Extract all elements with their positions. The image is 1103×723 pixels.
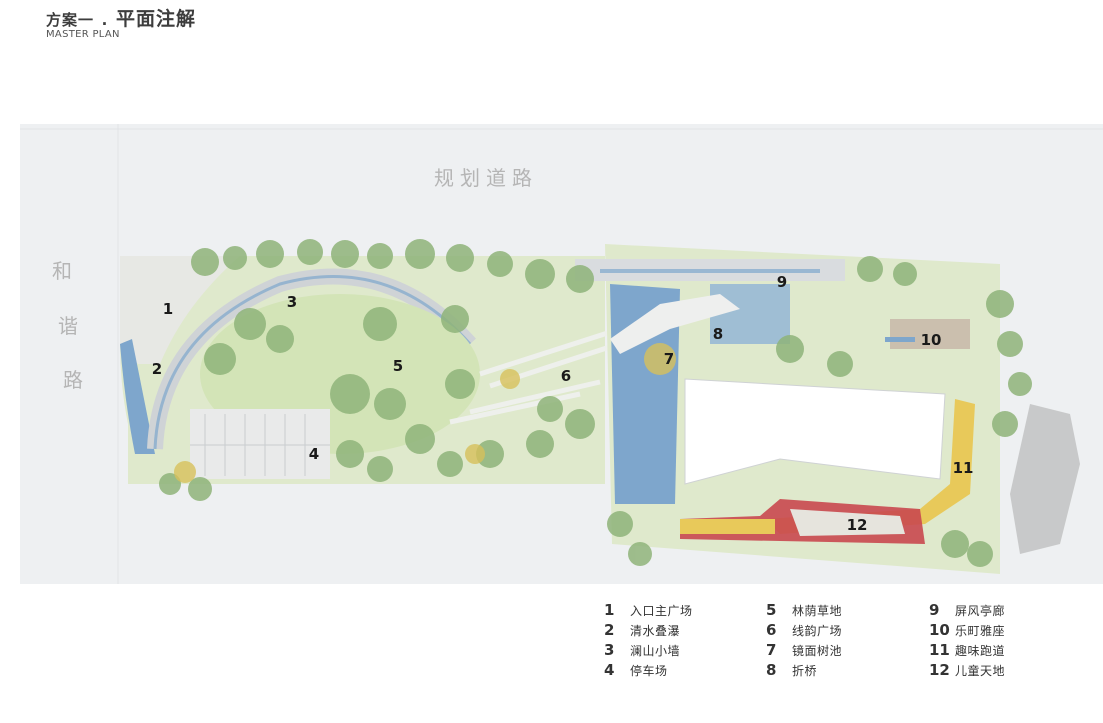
plan-marker-10: 10 xyxy=(920,331,942,349)
legend-number: 8 xyxy=(766,661,777,679)
legend-item: 9 屏风亭廊 xyxy=(929,600,1005,620)
legend-item: 11 趣味跑道 xyxy=(929,640,1005,660)
legend-item: 12 儿童天地 xyxy=(929,660,1005,680)
legend-label: 澜山小墙 xyxy=(630,643,681,658)
plan-marker-5: 5 xyxy=(392,357,404,375)
road-label-char-3: 路 xyxy=(63,368,83,392)
plan-marker-3: 3 xyxy=(286,293,298,311)
site-plan-image xyxy=(20,124,1103,584)
legend-label: 清水叠瀑 xyxy=(630,623,681,638)
legend-label: 线韵广场 xyxy=(792,623,843,638)
legend-number: 1 xyxy=(604,601,615,619)
title-prefix: 方案一 xyxy=(46,11,95,29)
road-label-planned: 规划道路 xyxy=(434,166,538,190)
legend-label: 折桥 xyxy=(792,663,818,678)
title-separator: . xyxy=(101,11,109,29)
legend-label: 屏风亭廊 xyxy=(955,603,1006,618)
legend-item: 3 澜山小墙 xyxy=(604,640,680,660)
legend-number: 12 xyxy=(929,661,950,679)
plan-marker-8: 8 xyxy=(712,325,724,343)
title-main: 平面注解 xyxy=(115,8,196,30)
legend-number: 10 xyxy=(929,621,950,639)
legend-label: 入口主广场 xyxy=(630,603,693,618)
page-title: 方案一 . 平面注解 xyxy=(46,4,196,31)
legend-number: 6 xyxy=(766,621,777,639)
legend-number: 9 xyxy=(929,601,940,619)
plan-marker-4: 4 xyxy=(308,445,320,463)
legend-number: 3 xyxy=(604,641,615,659)
legend-item: 4 停车场 xyxy=(604,660,668,680)
legend-label: 趣味跑道 xyxy=(955,643,1006,658)
plan-legend: 1 入口主广场 2 清水叠瀑 3 澜山小墙 4 停车场 5 林荫草地 6 线韵广… xyxy=(604,600,1044,684)
legend-item: 6 线韵广场 xyxy=(766,620,842,640)
plan-marker-1: 1 xyxy=(162,300,174,318)
plan-marker-6: 6 xyxy=(560,367,572,385)
page-subtitle: MASTER PLAN xyxy=(46,29,120,40)
legend-label: 林荫草地 xyxy=(792,603,843,618)
parking-lot xyxy=(190,409,330,479)
legend-label: 停车场 xyxy=(630,663,668,678)
plan-marker-7: 7 xyxy=(663,350,675,368)
legend-item: 1 入口主广场 xyxy=(604,600,693,620)
plan-marker-12: 12 xyxy=(846,516,868,534)
legend-label: 镜面树池 xyxy=(792,643,843,658)
legend-label: 儿童天地 xyxy=(955,663,1006,678)
legend-number: 5 xyxy=(766,601,777,619)
legend-item: 7 镜面树池 xyxy=(766,640,842,660)
road-label-char-1: 和 xyxy=(52,259,72,283)
plan-marker-11: 11 xyxy=(952,459,974,477)
plan-marker-9: 9 xyxy=(776,273,788,291)
legend-number: 2 xyxy=(604,621,615,639)
road-label-char-2: 谐 xyxy=(58,314,78,338)
legend-number: 4 xyxy=(604,661,615,679)
plan-marker-2: 2 xyxy=(151,360,163,378)
legend-label: 乐町雅座 xyxy=(955,623,1006,638)
legend-item: 8 折桥 xyxy=(766,660,817,680)
legend-number: 7 xyxy=(766,641,777,659)
legend-item: 10 乐町雅座 xyxy=(929,620,1005,640)
legend-item: 5 林荫草地 xyxy=(766,600,842,620)
legend-item: 2 清水叠瀑 xyxy=(604,620,680,640)
legend-number: 11 xyxy=(929,641,950,659)
master-plan-drawing: 规划道路 和 谐 路 1 2 3 4 5 6 7 8 9 10 11 12 xyxy=(20,124,1103,584)
